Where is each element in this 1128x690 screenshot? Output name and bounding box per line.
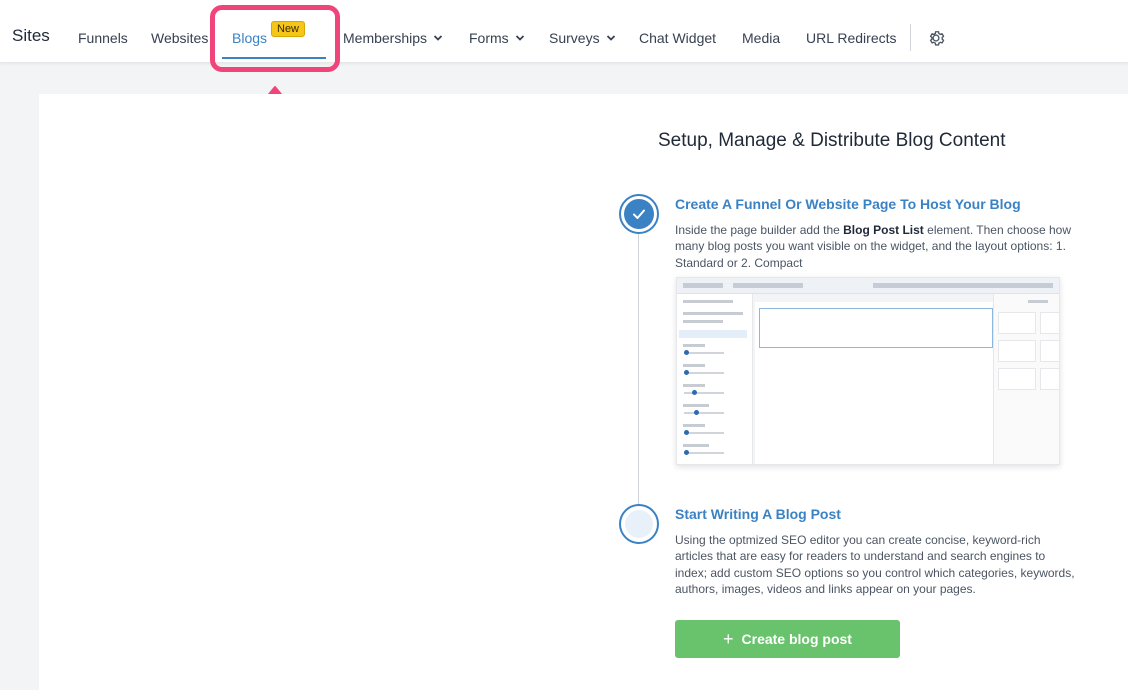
check-icon	[633, 209, 645, 219]
step-1-title: Create A Funnel Or Website Page To Host …	[675, 196, 1021, 212]
chevron-down-icon	[606, 35, 615, 41]
nav-forms[interactable]: Forms	[469, 30, 525, 46]
nav-url-redirects-label: URL Redirects	[806, 30, 897, 46]
nav-surveys-label: Surveys	[549, 30, 600, 46]
nav-divider	[910, 24, 911, 51]
nav-media[interactable]: Media	[742, 30, 780, 46]
chevron-down-icon	[515, 35, 524, 41]
plus-icon: +	[723, 629, 734, 649]
builder-selected-row	[759, 308, 993, 348]
chevron-down-icon	[433, 35, 443, 41]
nav-funnels[interactable]: Funnels	[78, 30, 128, 46]
page-title: Setup, Manage & Distribute Blog Content	[658, 130, 1006, 151]
step-1-description: Inside the page builder add the Blog Pos…	[675, 222, 1075, 271]
builder-toolbar	[677, 278, 1059, 294]
nav-websites[interactable]: Websites	[151, 30, 208, 46]
nav-url-redirects[interactable]: URL Redirects	[806, 30, 897, 46]
nav-forms-label: Forms	[469, 30, 509, 46]
step-2-description: Using the optmized SEO editor you can cr…	[675, 533, 1075, 596]
gear-icon[interactable]	[926, 28, 946, 48]
step-1-desc-bold: Blog Post List	[843, 223, 924, 237]
create-blog-post-label: Create blog post	[741, 631, 852, 647]
nav-websites-label: Websites	[151, 30, 209, 46]
blogs-highlight-box	[210, 5, 340, 72]
nav-funnels-label: Funnels	[78, 30, 128, 46]
step-2-title: Start Writing A Blog Post	[675, 506, 841, 522]
builder-elements-panel	[993, 294, 1059, 464]
top-nav: Sites Funnels Websites Blogs New Members…	[0, 0, 1128, 63]
brand-title: Sites	[12, 26, 50, 45]
page-builder-screenshot	[676, 277, 1060, 465]
nav-memberships[interactable]: Memberships	[343, 30, 443, 46]
nav-memberships-label: Memberships	[343, 30, 428, 46]
step-1-status	[619, 194, 659, 234]
step-1-desc-text-a: Inside the page builder add the	[675, 223, 844, 237]
nav-chat-widget[interactable]: Chat Widget	[639, 30, 716, 46]
step-2-status	[619, 504, 659, 544]
nav-surveys[interactable]: Surveys	[549, 30, 616, 46]
nav-chat-widget-label: Chat Widget	[639, 30, 717, 46]
timeline-line	[638, 230, 639, 505]
create-blog-post-button[interactable]: + Create blog post	[675, 620, 900, 658]
nav-media-label: Media	[742, 30, 781, 46]
builder-settings-panel	[677, 294, 753, 464]
